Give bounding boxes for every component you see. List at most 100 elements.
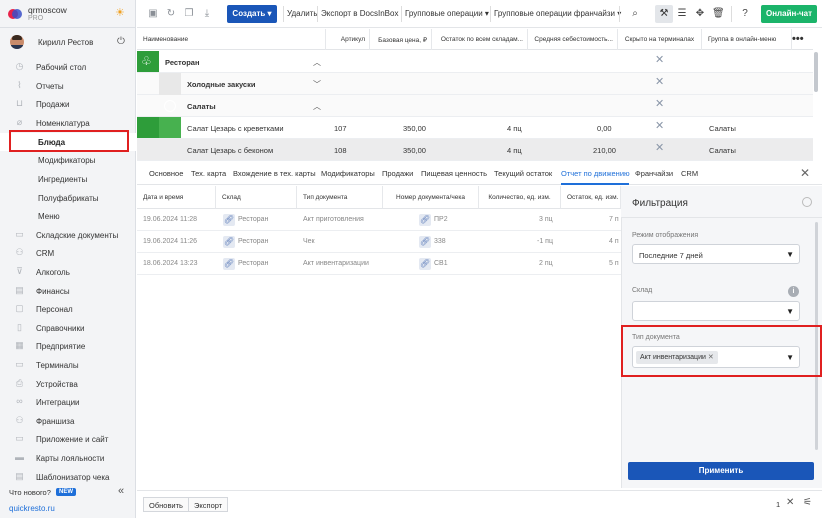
column-header-online-group[interactable]: Группа в онлайн-меню: [702, 29, 792, 50]
column-header-warehouse[interactable]: Склад: [216, 186, 297, 209]
sidebar-item[interactable]: ▬ Карты лояльности: [0, 449, 136, 467]
column-header-rest[interactable]: Остаток, ед. изм.: [561, 186, 621, 209]
table-row[interactable]: 19.06.2024 11:28 🔗︎ Ресторан Акт пригото…: [137, 209, 621, 231]
sidebar-item[interactable]: ⊔ Продажи: [0, 95, 136, 113]
tab-franchisees[interactable]: Франчайзи: [635, 169, 673, 178]
sidebar-item[interactable]: ▢ Персонал: [0, 300, 136, 318]
tab-tech-card-usage[interactable]: Вхождение в тех. карты: [233, 169, 316, 178]
sidebar-item[interactable]: ⊽ Алкоголь: [0, 263, 136, 281]
collapse-icon[interactable]: ︿: [313, 57, 321, 68]
sidebar-item[interactable]: ∞ Интеграции: [0, 393, 136, 411]
column-settings-icon[interactable]: ⚟: [803, 497, 812, 508]
column-header-quantity[interactable]: Количество, ед. изм.: [479, 186, 561, 209]
apply-button[interactable]: Применить: [628, 462, 814, 480]
create-button[interactable]: Создать ▾: [227, 5, 277, 23]
sidebar-item-label: Полуфабрикаты: [38, 193, 99, 203]
column-header-doc-type[interactable]: Тип документа: [297, 186, 383, 209]
quickresto-logo-icon: [8, 9, 22, 19]
theme-toggle-icon[interactable]: ☀: [115, 6, 125, 20]
sidebar-item[interactable]: ▭ Складские документы: [0, 226, 136, 244]
top-table-scrollbar[interactable]: [814, 52, 818, 92]
sidebar-item[interactable]: ⚇ Франшиза: [0, 412, 136, 430]
close-details-icon[interactable]: ✕: [800, 166, 810, 180]
table-row[interactable]: ♧ Ресторан ︿: [137, 51, 813, 73]
sidebar-item[interactable]: ▦ Предприятие: [0, 337, 136, 355]
table-row[interactable]: Салат Цезарь с беконом 108 350,00 4 пц 2…: [137, 139, 813, 161]
download-icon[interactable]: ⤓: [201, 8, 213, 20]
export-button[interactable]: Экспорт: [188, 497, 229, 512]
tab-current-stock[interactable]: Текущий остаток: [494, 169, 552, 178]
delete-button[interactable]: Удалить: [287, 9, 318, 18]
link-icon[interactable]: 🔗︎: [419, 214, 431, 226]
sidebar-item[interactable]: Модификаторы: [0, 151, 136, 169]
column-header-name[interactable]: Наименование: [143, 29, 326, 50]
tab-tech-card[interactable]: Тех. карта: [191, 169, 226, 178]
tab-general[interactable]: Основное: [149, 169, 183, 178]
tools-icon[interactable]: ⚒: [658, 8, 670, 20]
tab-sales[interactable]: Продажи: [382, 169, 413, 178]
sidebar-item[interactable]: ▯ Справочники: [0, 319, 136, 337]
sidebar-item[interactable]: ▤ Шаблонизатор чека: [0, 468, 136, 486]
column-header-doc-number[interactable]: Номер документа/чека: [383, 186, 479, 209]
user-row[interactable]: Кирилл Рестов ⏻: [0, 32, 136, 52]
clear-selection-icon[interactable]: ✕: [786, 497, 794, 508]
tab-nutrition[interactable]: Пищевая ценность: [421, 169, 487, 178]
tab-movement-report[interactable]: Отчет по движению: [561, 169, 630, 178]
save-icon[interactable]: ▣: [147, 8, 159, 20]
sidebar-item[interactable]: ▭ Терминалы: [0, 356, 136, 374]
link-icon[interactable]: 🔗︎: [223, 258, 235, 270]
more-columns-icon[interactable]: •••: [792, 33, 804, 45]
column-header-hidden[interactable]: Скрыто на терминалах: [618, 29, 702, 50]
link-icon[interactable]: 🔗︎: [419, 258, 431, 270]
collapse-sidebar-icon[interactable]: «: [118, 485, 124, 497]
sidebar-item[interactable]: ◷ Рабочий стол: [0, 58, 136, 76]
refresh-icon[interactable]: ↻: [165, 8, 177, 20]
whats-new-link[interactable]: Что нового?: [9, 488, 51, 497]
collapse-icon[interactable]: ︿: [313, 101, 321, 112]
link-icon[interactable]: 🔗︎: [223, 236, 235, 248]
sidebar-item[interactable]: Полуфабрикаты: [0, 189, 136, 207]
table-row[interactable]: Салат Цезарь с креветками 107 350,00 4 п…: [137, 117, 813, 139]
expand-icon[interactable]: ﹀: [313, 79, 321, 90]
sidebar-item[interactable]: ⎙ Устройства: [0, 375, 136, 393]
sidebar-item[interactable]: ⌇ Отчеты: [0, 77, 136, 95]
search-icon[interactable]: ⌕: [629, 8, 641, 20]
column-header-base-price[interactable]: Базовая цена, ₽: [370, 29, 432, 50]
table-row[interactable]: 18.06.2024 13:23 🔗︎ Ресторан Акт инвента…: [137, 253, 621, 275]
sidebar-item[interactable]: ▤ Финансы: [0, 282, 136, 300]
online-chat-button[interactable]: Онлайн-чат: [761, 5, 817, 23]
column-header-article[interactable]: Артикул: [326, 29, 370, 50]
link-icon[interactable]: 🔗︎: [419, 236, 431, 248]
quickresto-link[interactable]: quickresto.ru: [9, 504, 55, 513]
refresh-button[interactable]: Обновить: [143, 497, 189, 512]
export-docsinbox-button[interactable]: Экспорт в DocsInBox: [321, 9, 398, 18]
franchise-operations-button[interactable]: Групповые операции франчайзи ▾: [494, 9, 621, 18]
column-header-datetime[interactable]: Дата и время: [137, 186, 216, 209]
account-header[interactable]: qrmoscow PRO ☀: [0, 0, 136, 28]
list-view-icon[interactable]: ☰: [676, 8, 688, 20]
move-icon[interactable]: ✥: [694, 8, 706, 20]
sidebar-item-label: Персонал: [36, 305, 73, 315]
table-row[interactable]: 19.06.2024 11:26 🔗︎ Ресторан Чек 🔗︎ 338 …: [137, 231, 621, 253]
tab-modifiers[interactable]: Модификаторы: [321, 169, 375, 178]
help-icon[interactable]: ?: [739, 8, 751, 20]
group-operations-button[interactable]: Групповые операции ▾: [405, 9, 489, 18]
copy-icon[interactable]: ❐: [183, 8, 195, 20]
logout-icon[interactable]: ⏻: [117, 36, 125, 47]
trash-icon[interactable]: 🗑: [712, 8, 725, 20]
table-row[interactable]: Холодные закуски ﹀: [137, 73, 813, 95]
sidebar-item[interactable]: ▭ Приложение и сайт: [0, 430, 136, 448]
link-icon[interactable]: 🔗︎: [223, 214, 235, 226]
tab-crm[interactable]: CRM: [681, 169, 698, 178]
table-row[interactable]: Салаты ︿: [137, 95, 813, 117]
info-icon[interactable]: i: [788, 286, 799, 297]
sidebar-item[interactable]: Ингредиенты: [0, 170, 136, 188]
display-mode-select[interactable]: Последние 7 дней ▼: [632, 244, 800, 264]
column-header-stock[interactable]: Остаток по всем складам...: [432, 29, 528, 50]
warehouse-select[interactable]: ▼: [632, 301, 800, 321]
sidebar-item[interactable]: ⚇ CRM: [0, 244, 136, 262]
row-warehouse: Ресторан: [238, 260, 269, 267]
sidebar-item[interactable]: Меню: [0, 207, 136, 225]
column-header-avg-cost[interactable]: Средняя себестоимость...: [528, 29, 618, 50]
filter-settings-icon[interactable]: [802, 197, 812, 207]
